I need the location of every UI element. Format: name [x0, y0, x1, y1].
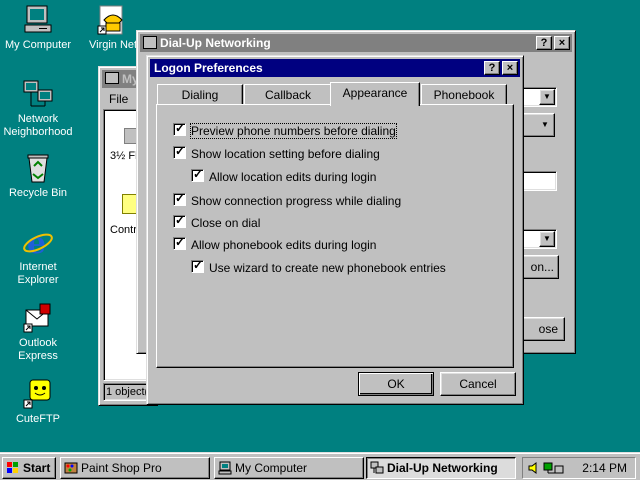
- close-button[interactable]: ×: [554, 36, 570, 50]
- checkmark-icon: ✓: [175, 213, 186, 228]
- dialog-title: Logon Preferences: [154, 61, 263, 75]
- dialog-titlebar[interactable]: Logon Preferences ? ×: [150, 59, 520, 77]
- clock[interactable]: 2:14 PM: [582, 458, 627, 478]
- desktop-icon-outlook-express[interactable]: Outlook Express: [0, 302, 76, 363]
- option-preview-phone-numbers[interactable]: ✓ Preview phone numbers before dialing: [173, 121, 397, 139]
- help-button[interactable]: ?: [536, 36, 552, 50]
- cancel-button[interactable]: Cancel: [440, 372, 516, 396]
- checkmark-icon: ✓: [175, 121, 186, 136]
- computer-icon: [218, 461, 232, 475]
- checkmark-icon: ✓: [175, 144, 186, 159]
- checkmark-icon: ✓: [193, 258, 204, 273]
- option-label: Preview phone numbers before dialing: [190, 122, 397, 139]
- task-label: My Computer: [235, 461, 308, 475]
- desktop-icon-my-computer[interactable]: My Computer: [0, 4, 76, 52]
- window-title: Dial-Up Networking: [160, 36, 271, 50]
- checkmark-icon: ✓: [175, 235, 186, 250]
- speaker-icon[interactable]: [527, 461, 541, 478]
- tab-dialing[interactable]: Dialing: [157, 84, 243, 104]
- tab-callback[interactable]: Callback: [244, 84, 332, 104]
- desktop-icon-label: My Computer: [4, 39, 72, 51]
- recycle-bin-icon: [22, 152, 54, 184]
- option-allow-phonebook-edits[interactable]: ✓ Allow phonebook edits during login: [173, 235, 377, 252]
- option-label: Use wizard to create new phonebook entri…: [209, 260, 446, 275]
- task-label: Dial-Up Networking: [387, 461, 498, 475]
- close-button[interactable]: ×: [502, 61, 518, 75]
- task-my-computer[interactable]: My Computer: [214, 457, 364, 479]
- cuteftp-icon: [22, 378, 54, 410]
- checkbox[interactable]: ✓: [173, 235, 186, 251]
- computer-icon: [105, 72, 119, 84]
- option-label: Allow phonebook edits during login: [191, 237, 377, 252]
- desktop-icon-label: Recycle Bin: [8, 187, 68, 199]
- option-label: Close on dial: [191, 215, 261, 230]
- network-tray-icon[interactable]: [543, 461, 573, 478]
- option-allow-location-edits[interactable]: ✓ Allow location edits during login: [191, 167, 377, 184]
- option-label: Show connection progress while dialing: [191, 193, 402, 208]
- checkbox[interactable]: ✓: [191, 167, 204, 183]
- start-label: Start: [23, 461, 51, 475]
- option-label: Allow location edits during login: [209, 169, 377, 184]
- menu-file[interactable]: File: [109, 92, 128, 106]
- ok-button[interactable]: OK: [358, 372, 434, 396]
- system-tray: 2:14 PM: [522, 457, 636, 479]
- checkmark-icon: ✓: [193, 167, 204, 182]
- checkmark-icon: ✓: [175, 191, 186, 206]
- chevron-down-icon[interactable]: ▼: [539, 89, 555, 105]
- checkbox[interactable]: ✓: [173, 191, 186, 207]
- option-show-connection-progress[interactable]: ✓ Show connection progress while dialing: [173, 191, 402, 208]
- option-label: Show location setting before dialing: [191, 146, 380, 161]
- dun-titlebar[interactable]: Dial-Up Networking ? ×: [140, 34, 572, 52]
- taskbar: Start Paint Shop Pro My Computer Dial-Up…: [0, 452, 640, 480]
- task-label: Paint Shop Pro: [81, 461, 162, 475]
- desktop-icon-label: Internet Explorer: [17, 261, 59, 286]
- checkbox[interactable]: ✓: [173, 144, 186, 160]
- checkbox[interactable]: ✓: [173, 121, 186, 137]
- tab-appearance[interactable]: Appearance: [330, 82, 420, 106]
- computer-icon: [22, 4, 54, 36]
- desktop-icon-label: Outlook Express: [18, 337, 58, 362]
- control-panel-label: Contr: [110, 224, 137, 236]
- network-icon: [370, 461, 384, 475]
- start-button[interactable]: Start: [2, 457, 56, 479]
- floppy-drive-label: 3½ Fl: [110, 150, 138, 162]
- tab-phonebook[interactable]: Phonebook: [421, 84, 507, 104]
- option-show-location-setting[interactable]: ✓ Show location setting before dialing: [173, 144, 380, 161]
- network-icon: [22, 78, 54, 110]
- task-dial-up-networking[interactable]: Dial-Up Networking: [366, 457, 516, 479]
- desktop-icon-internet-explorer[interactable]: e Internet Explorer: [0, 226, 76, 287]
- network-icon: [143, 36, 157, 49]
- phone-icon: [96, 4, 128, 36]
- internet-explorer-icon: e: [22, 226, 54, 261]
- outlook-express-icon: [22, 302, 54, 334]
- desktop-icon-label: CuteFTP: [15, 413, 60, 425]
- windows-logo-icon: [6, 461, 20, 475]
- option-close-on-dial[interactable]: ✓ Close on dial: [173, 213, 261, 230]
- desktop-icon-label: Virgin Net: [89, 39, 138, 51]
- desktop-icon-virgin-net[interactable]: Virgin Net: [78, 4, 142, 52]
- help-button[interactable]: ?: [484, 61, 500, 75]
- desktop-icon-label: Network Neighborhood: [3, 113, 73, 138]
- desktop-icon-cuteftp[interactable]: CuteFTP: [0, 378, 76, 426]
- paint-shop-pro-icon: [64, 461, 78, 475]
- option-use-wizard[interactable]: ✓ Use wizard to create new phonebook entr…: [191, 258, 446, 275]
- desktop-icon-network-neighborhood[interactable]: Network Neighborhood: [0, 78, 76, 139]
- checkbox[interactable]: ✓: [173, 213, 186, 229]
- chevron-down-icon[interactable]: ▼: [539, 231, 555, 247]
- checkbox[interactable]: ✓: [191, 258, 204, 274]
- desktop-icon-recycle-bin[interactable]: Recycle Bin: [0, 152, 76, 200]
- task-paint-shop-pro[interactable]: Paint Shop Pro: [60, 457, 210, 479]
